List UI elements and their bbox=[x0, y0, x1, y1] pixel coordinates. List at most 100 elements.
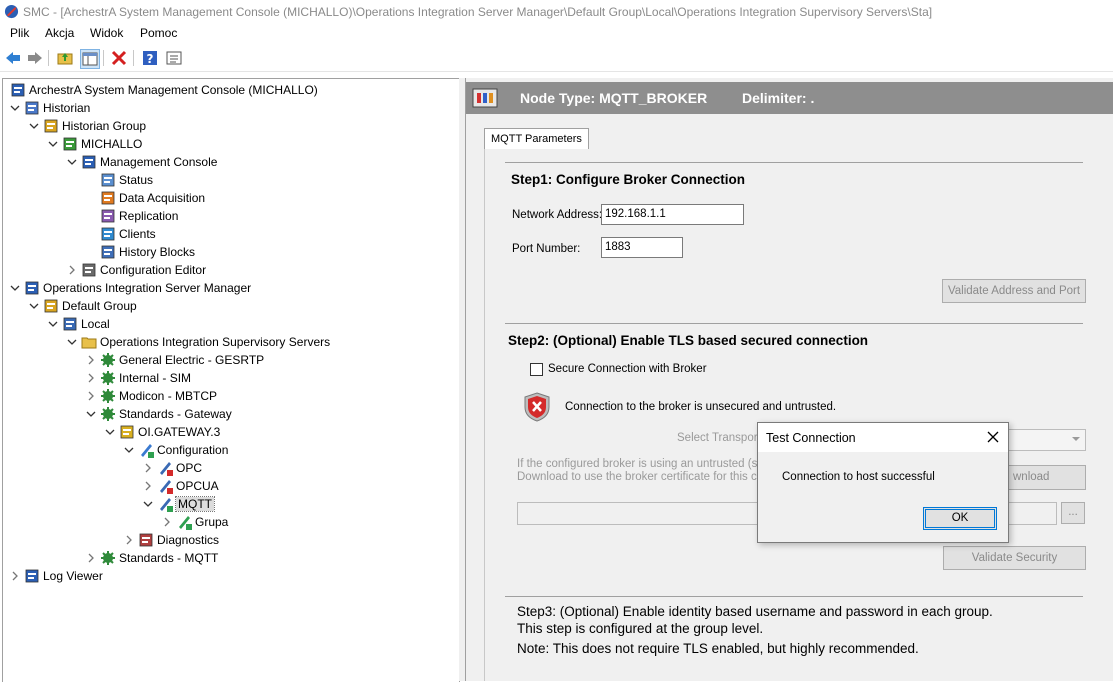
tree-item[interactable]: General Electric - GESRTP bbox=[86, 351, 264, 369]
chevron-right-icon[interactable] bbox=[143, 463, 153, 473]
tree-item[interactable]: Diagnostics bbox=[124, 531, 219, 549]
tree-item-label: Internal - SIM bbox=[119, 371, 192, 385]
tree-item-label: Configuration bbox=[157, 443, 229, 457]
tree-item[interactable]: Log Viewer bbox=[10, 567, 103, 585]
tree-item[interactable]: Standards - Gateway bbox=[86, 405, 232, 423]
network-address-label: Network Address: bbox=[512, 209, 603, 221]
chevron-right-icon[interactable] bbox=[67, 265, 77, 275]
tree-item[interactable]: Local bbox=[48, 315, 110, 333]
up-folder-button[interactable] bbox=[56, 49, 74, 67]
tree-item[interactable]: Management Console bbox=[67, 153, 217, 171]
replication-icon bbox=[100, 208, 116, 224]
tree-item[interactable]: Replication bbox=[86, 207, 178, 225]
chevron-down-icon[interactable] bbox=[86, 409, 96, 419]
tree-item[interactable]: Modicon - MBTCP bbox=[86, 387, 217, 405]
chevron-down-icon[interactable] bbox=[48, 319, 58, 329]
toolbar-separator bbox=[133, 50, 134, 66]
svg-text:?: ? bbox=[147, 52, 154, 66]
tree-item[interactable]: History Blocks bbox=[86, 243, 195, 261]
tree-item[interactable]: Configuration bbox=[124, 441, 228, 459]
console-icon bbox=[81, 154, 97, 170]
tree-item[interactable]: Historian bbox=[10, 99, 90, 117]
chevron-right-icon[interactable] bbox=[124, 535, 134, 545]
port-number-field[interactable]: 1883 bbox=[601, 237, 683, 258]
info-text-line1: If the configured broker is using an unt… bbox=[517, 458, 780, 470]
chevron-right-icon[interactable] bbox=[10, 571, 20, 581]
network-address-field[interactable]: 192.168.1.1 bbox=[601, 204, 744, 225]
tree-item[interactable]: Status bbox=[86, 171, 153, 189]
show-hide-tree-icon bbox=[82, 52, 98, 66]
mqtt-icon bbox=[157, 496, 173, 512]
menu-pomoc[interactable]: Pomoc bbox=[138, 26, 179, 40]
chevron-right-icon[interactable] bbox=[86, 553, 96, 563]
tree-item[interactable]: OI.GATEWAY.3 bbox=[105, 423, 220, 441]
toolbar-separator bbox=[103, 50, 104, 66]
validate-address-port-button[interactable]: Validate Address and Port bbox=[942, 279, 1086, 303]
chevron-down-icon[interactable] bbox=[10, 103, 20, 113]
computer-icon bbox=[62, 316, 78, 332]
tree-item[interactable]: Configuration Editor bbox=[67, 261, 206, 279]
gear-icon bbox=[100, 370, 116, 386]
step3-line2: This step is configured at the group lev… bbox=[517, 621, 764, 636]
tree-item[interactable]: OPC bbox=[143, 459, 202, 477]
chevron-down-icon[interactable] bbox=[10, 283, 20, 293]
back-button[interactable] bbox=[4, 49, 22, 67]
chevron-right-icon[interactable] bbox=[86, 355, 96, 365]
chevron-right-icon[interactable] bbox=[86, 391, 96, 401]
divider bbox=[505, 323, 1083, 324]
chevron-down-icon[interactable] bbox=[48, 139, 58, 149]
chevron-down-icon[interactable] bbox=[105, 427, 115, 437]
tree-item[interactable]: Internal - SIM bbox=[86, 369, 191, 387]
data-acquisition-icon bbox=[100, 190, 116, 206]
divider bbox=[505, 162, 1083, 163]
tree-item[interactable]: Standards - MQTT bbox=[86, 549, 218, 567]
history-blocks-icon bbox=[100, 244, 116, 260]
tab-mqtt-parameters[interactable]: MQTT Parameters bbox=[484, 128, 589, 149]
show-hide-tree-button[interactable] bbox=[80, 49, 100, 69]
ok-button[interactable]: OK bbox=[923, 507, 997, 530]
menu-akcja[interactable]: Akcja bbox=[43, 26, 76, 40]
chevron-down-icon[interactable] bbox=[29, 121, 39, 131]
download-button[interactable]: wnload bbox=[1006, 465, 1086, 490]
validate-security-button[interactable]: Validate Security bbox=[943, 546, 1086, 570]
chevron-right-icon[interactable] bbox=[143, 481, 153, 491]
chevron-down-icon[interactable] bbox=[67, 337, 77, 347]
chevron-down-icon[interactable] bbox=[143, 499, 153, 509]
tree-item[interactable]: MICHALLO bbox=[48, 135, 142, 153]
historian-icon bbox=[24, 100, 40, 116]
tree-item-label: General Electric - GESRTP bbox=[119, 353, 265, 367]
divider bbox=[505, 596, 1083, 597]
tree-item[interactable]: Operations Integration Supervisory Serve… bbox=[67, 333, 330, 351]
tree-item[interactable]: OPCUA bbox=[143, 477, 219, 495]
diagnostics-icon bbox=[138, 532, 154, 548]
close-icon[interactable] bbox=[986, 430, 1000, 444]
chevron-down-icon[interactable] bbox=[29, 301, 39, 311]
menu-plik[interactable]: Plik bbox=[8, 26, 31, 40]
chevron-down-icon[interactable] bbox=[67, 157, 77, 167]
configuration-icon bbox=[138, 442, 154, 458]
tree-item[interactable]: Operations Integration Server Manager bbox=[10, 279, 251, 297]
clients-icon bbox=[100, 226, 116, 242]
secure-connection-checkbox[interactable] bbox=[530, 363, 543, 376]
tree-item[interactable]: ArchestrA System Management Console (MIC… bbox=[10, 81, 318, 99]
tree-item[interactable]: Clients bbox=[86, 225, 156, 243]
chevron-down-icon[interactable] bbox=[124, 445, 134, 455]
delete-icon bbox=[111, 50, 127, 66]
forward-button[interactable] bbox=[26, 49, 44, 67]
delete-button[interactable] bbox=[110, 49, 128, 67]
tree-item[interactable]: Data Acquisition bbox=[86, 189, 205, 207]
properties-button[interactable] bbox=[165, 49, 183, 67]
chevron-right-icon[interactable] bbox=[162, 517, 172, 527]
transport-select[interactable] bbox=[1006, 429, 1086, 451]
tree-item-label: Data Acquisition bbox=[119, 191, 206, 205]
tree-item[interactable]: MQTT bbox=[143, 495, 215, 513]
tree-item[interactable]: Historian Group bbox=[29, 117, 146, 135]
tree-item[interactable]: Grupa bbox=[162, 513, 228, 531]
tree-item[interactable]: Default Group bbox=[29, 297, 137, 315]
help-button[interactable]: ? bbox=[141, 49, 159, 67]
chevron-right-icon[interactable] bbox=[86, 373, 96, 383]
menu-widok[interactable]: Widok bbox=[88, 26, 125, 40]
tree-item-label: Historian bbox=[43, 101, 91, 115]
browse-button[interactable]: ... bbox=[1061, 502, 1085, 524]
